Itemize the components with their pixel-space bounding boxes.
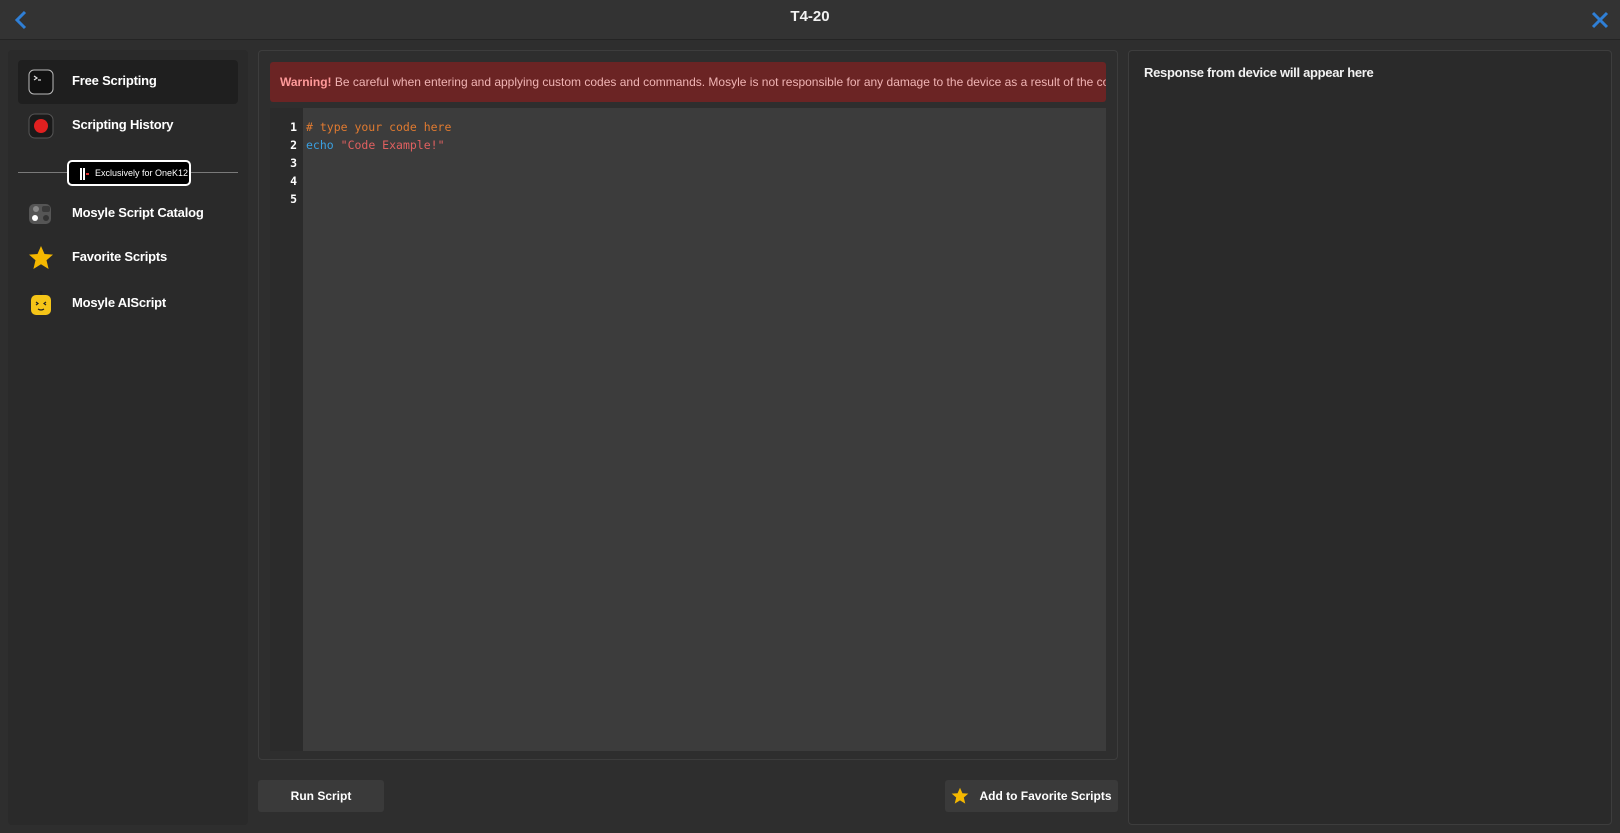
code-line-comment: # type your code here: [306, 120, 452, 134]
catalog-icon: [28, 201, 54, 227]
badge-label: Exclusively for OneK12: [95, 168, 189, 178]
sidebar-item-favorite-scripts[interactable]: Favorite Scripts: [18, 236, 238, 280]
line-number: 2: [290, 138, 297, 152]
editor-panel: Warning! Be careful when entering and ap…: [258, 50, 1118, 760]
run-script-button[interactable]: Run Script: [258, 780, 384, 812]
record-icon: [28, 113, 54, 139]
sidebar-item-label: Mosyle Script Catalog: [72, 205, 204, 220]
sidebar-item-label: Scripting History: [72, 117, 174, 132]
sidebar-item-label: Free Scripting: [72, 73, 157, 88]
code-string: "Code Example!": [340, 138, 445, 152]
sidebar: Free Scripting Scripting History Exclusi…: [8, 50, 248, 825]
add-to-favorites-label: Add to Favorite Scripts: [979, 789, 1112, 803]
sidebar-item-label: Favorite Scripts: [72, 249, 168, 264]
terminal-icon: [28, 69, 54, 95]
sidebar-item-label: Mosyle AIScript: [72, 295, 167, 310]
warning-text: Be careful when entering and applying cu…: [331, 75, 1106, 89]
line-number: 1: [290, 120, 297, 134]
onek12-logo-icon: [79, 167, 91, 180]
line-number: 5: [290, 192, 297, 206]
add-to-favorites-button[interactable]: Add to Favorite Scripts: [945, 780, 1118, 812]
close-icon[interactable]: [1588, 8, 1612, 32]
response-panel: Response from device will appear here: [1128, 50, 1612, 825]
line-number-gutter: 1 2 3 4 5: [270, 108, 303, 751]
response-placeholder: Response from device will appear here: [1144, 65, 1374, 80]
sidebar-item-scripting-history[interactable]: Scripting History: [18, 104, 238, 148]
code-keyword: echo: [306, 138, 334, 152]
code-line-echo: echo "Code Example!": [306, 138, 445, 152]
warning-title: Warning!: [280, 75, 332, 89]
onek12-badge: Exclusively for OneK12: [67, 160, 191, 186]
star-icon: [951, 787, 969, 805]
sidebar-item-script-catalog[interactable]: Mosyle Script Catalog: [18, 192, 238, 236]
robot-icon: [28, 291, 54, 317]
sidebar-item-free-scripting[interactable]: Free Scripting: [18, 60, 238, 104]
code-editor[interactable]: 1 2 3 4 5 # type your code here echo "Co…: [270, 108, 1106, 751]
warning-banner: Warning! Be careful when entering and ap…: [270, 62, 1106, 102]
line-number: 3: [290, 156, 297, 170]
line-number: 4: [290, 174, 297, 188]
window-title: T4-20: [790, 8, 830, 25]
star-icon: [28, 245, 54, 271]
top-bar: T4-20: [0, 0, 1620, 40]
sidebar-item-aiscript[interactable]: Mosyle AIScript: [18, 282, 238, 326]
